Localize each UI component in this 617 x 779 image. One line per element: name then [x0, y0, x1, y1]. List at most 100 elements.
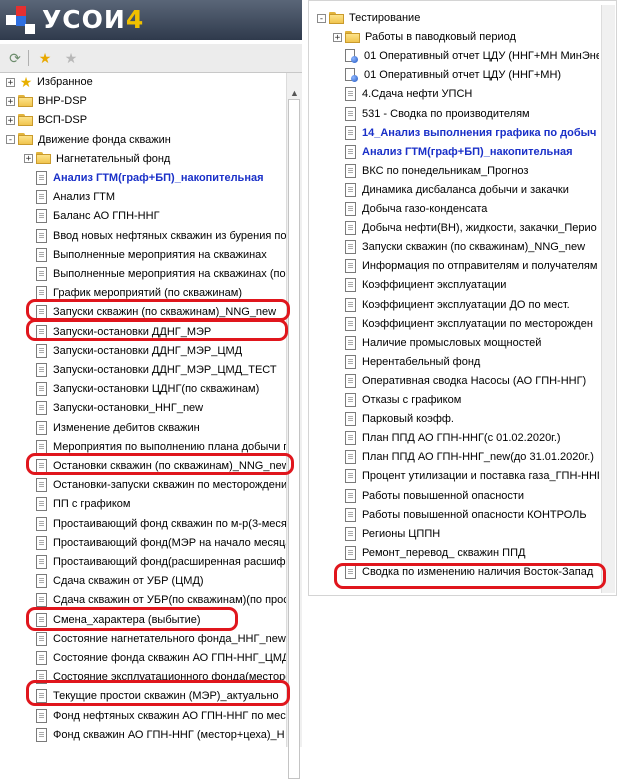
tree-item[interactable]: Простаивающий фонд(расширенная расшифров — [36, 553, 286, 571]
tree-item-label: Сдача скважин от УБР (ЦМД) — [53, 575, 204, 588]
report-document-icon — [345, 431, 356, 446]
tree-item[interactable]: Динамика дисбаланса добычи и закачки — [345, 181, 569, 199]
report-document-icon — [345, 182, 356, 197]
tree-item[interactable]: План ППД АО ГПН-ННГ(с 01.02.2020г.) — [345, 429, 561, 447]
tree-item[interactable]: 01 Оперативный отчет ЦДУ (ННГ+МН) — [345, 66, 561, 84]
report-document-icon — [36, 689, 47, 704]
tree-item[interactable]: Работы повышенной опасности КОНТРОЛЬ — [345, 506, 587, 524]
report-document-icon — [345, 221, 356, 236]
tree-folder[interactable]: - Тестирование — [317, 9, 420, 27]
tree-item[interactable]: Мероприятия по выполнению плана добычи п… — [36, 438, 286, 456]
tree-item[interactable]: Сдача скважин от УБР (ЦМД) — [36, 572, 204, 590]
tree-item[interactable]: 14_Анализ выполнения графика по добыч — [345, 124, 596, 142]
tree-item[interactable]: 531 - Сводка по производителям — [345, 105, 530, 123]
tree-item[interactable]: Выполненные мероприятия на скважинах (по — [36, 265, 286, 283]
tree-item[interactable]: Фонд нефтяных скважин АО ГПН-ННГ по мест — [36, 707, 286, 725]
expand-icon[interactable]: + — [6, 115, 15, 125]
tree-item[interactable]: Текущие простои скважин (МЭР)_актуально — [36, 687, 279, 705]
tree-item[interactable]: Нерентабельный фонд — [345, 353, 480, 371]
tree-item[interactable]: Запуски-остановки ДДНГ_МЭР_ЦМД — [36, 342, 242, 360]
tree-item[interactable]: Запуски-остановки ДДНГ_МЭР_ЦМД_ТЕСТ — [36, 361, 277, 379]
tree-item[interactable]: Сводка по изменению наличия Восток-Запад — [345, 563, 593, 581]
tree-item[interactable]: Добыча нефти(ВН), жидкости, закачки_Пери… — [345, 219, 597, 237]
right-tree-scrollbar[interactable] — [601, 5, 615, 593]
tree-item[interactable]: Баланс АО ГПН-ННГ — [36, 207, 160, 225]
add-favorite-icon[interactable]: ★ — [36, 49, 54, 67]
tree-item-label: 01 Оперативный отчет ЦДУ (ННГ+МН МинЭне — [364, 50, 599, 63]
tree-item[interactable]: Коэффициент эксплуатации — [345, 276, 506, 294]
tree-folder[interactable]: + ВСП-DSP — [6, 111, 87, 129]
report-document-icon — [345, 259, 356, 274]
tree-item-label: Избранное — [37, 76, 93, 88]
expand-icon[interactable]: + — [6, 96, 15, 106]
expand-icon[interactable]: + — [24, 154, 33, 164]
tree-item[interactable]: Запуски скважин (по скважинам)_NNG_new — [345, 238, 585, 256]
tree-folder[interactable]: + ★ Избранное — [6, 73, 93, 91]
tree-folder[interactable]: + ВНР-DSP — [6, 92, 87, 110]
expand-icon[interactable]: + — [6, 77, 15, 87]
tree-folder[interactable]: - Движение фонда скважин — [6, 131, 171, 149]
tree-item[interactable]: Коэффициент эксплуатации ДО по мест. — [345, 296, 570, 314]
tree-item[interactable]: Состояние фонда скважин АО ГПН-ННГ_ЦМД — [36, 649, 286, 667]
tree-scrollbar[interactable]: ▲ — [286, 73, 302, 779]
tree-item[interactable]: Сдача скважин от УБР(по скважинам)(по пр… — [36, 591, 286, 609]
tree-item[interactable]: Состояние эксплуатационного фонда(местор… — [36, 668, 286, 686]
tree-item[interactable]: ПП с графиком — [36, 495, 130, 513]
tree-item[interactable]: ВКС по понедельникам_Прогноз — [345, 162, 528, 180]
tree-item[interactable]: Ввод новых нефтяных скважин из бурения п… — [36, 227, 286, 245]
tree-item[interactable]: Простаивающий фонд(МЭР на начало месяца) — [36, 534, 286, 552]
tree-item[interactable]: Отказы с графиком — [345, 391, 461, 409]
tree-item[interactable]: Запуски-остановки ДДНГ_МЭР — [36, 323, 211, 341]
report-document-icon — [345, 163, 356, 178]
collapse-icon[interactable]: - — [317, 13, 326, 23]
tree-folder[interactable]: + Работы в паводковый период — [333, 28, 516, 46]
tree-item[interactable]: Коэффициент эксплуатации по месторожден — [345, 315, 593, 333]
tree-item[interactable]: Ремонт_перевод_ скважин ППД — [345, 544, 525, 562]
app-title: УСОИ4 — [42, 5, 145, 34]
tree-item[interactable]: Запуски-остановки_ННГ_new — [36, 399, 203, 417]
report-document-icon — [345, 564, 356, 579]
tree-item-label: Работы повышенной опасности — [362, 489, 525, 502]
tree-item[interactable]: Процент утилизации и поставка газа_ГПН-Н… — [345, 467, 599, 485]
report-document-icon — [36, 420, 47, 435]
tree-item[interactable]: Парковый коэфф. — [345, 410, 454, 428]
tree-item[interactable]: Смена_характера (выбытие) — [36, 611, 201, 629]
tree-item[interactable]: Информация по отправителям и получателям — [345, 257, 597, 275]
tree-item[interactable]: Анализ ГТМ — [36, 188, 115, 206]
collapse-icon[interactable]: - — [6, 135, 15, 145]
tree-item[interactable]: Наличие промысловых мощностей — [345, 334, 541, 352]
scrollbar-thumb[interactable] — [288, 99, 300, 779]
expand-icon[interactable]: + — [333, 32, 342, 42]
panel-splitter[interactable] — [302, 0, 306, 747]
tree-item[interactable]: Остановки скважин (по скважинам)_NNG_new — [36, 457, 286, 475]
report-document-icon — [345, 335, 356, 350]
tree-item[interactable]: Выполненные мероприятия на скважинах — [36, 246, 267, 264]
tree-item[interactable]: Запуски скважин (по скважинам)_NNG_new — [36, 303, 276, 321]
tree-item-label: ПП с графиком — [53, 498, 131, 511]
report-document-icon — [36, 535, 47, 550]
tree-item[interactable]: Анализ ГТМ(граф+БП)_накопительная — [36, 169, 264, 187]
tree-item[interactable]: Анализ ГТМ(граф+БП)_накопительная — [345, 143, 573, 161]
tree-item[interactable]: 01 Оперативный отчет ЦДУ (ННГ+МН МинЭне — [345, 47, 599, 65]
report-document-icon — [36, 305, 47, 320]
tree-item[interactable]: Работы повышенной опасности — [345, 487, 524, 505]
remove-favorite-icon[interactable]: ★ — [62, 49, 80, 67]
tree-item[interactable]: Состояние нагнетательного фонда_ННГ_new — [36, 630, 286, 648]
tree-item-label: Оперативная сводка Насосы (АО ГПН-ННГ) — [362, 374, 587, 387]
tree-item[interactable]: 4.Сдача нефти УПСН — [345, 85, 472, 103]
favorites-star-icon: ★ — [19, 73, 33, 90]
tree-item[interactable]: Добыча газо-конденсата — [345, 200, 487, 218]
tree-item[interactable]: Оперативная сводка Насосы (АО ГПН-ННГ) — [345, 372, 586, 390]
tree-item[interactable]: Изменение дебитов скважин — [36, 419, 200, 437]
tree-item[interactable]: График мероприятий (по скважинам) — [36, 284, 242, 302]
tree-item[interactable]: Остановки-запуски скважин по месторожден… — [36, 476, 286, 494]
tree-item[interactable]: План ППД АО ГПН-ННГ_new(до 31.01.2020г.) — [345, 448, 594, 466]
tree-item[interactable]: Фонд скважин АО ГПН-ННГ (местор+цеха)_Н — [36, 726, 285, 744]
tree-folder[interactable]: + Нагнетательный фонд — [24, 150, 170, 168]
refresh-icon[interactable]: ⟳ — [6, 49, 24, 67]
tree-item[interactable]: Простаивающий фонд скважин по м-р(3-меся — [36, 515, 286, 533]
tree-item[interactable]: Регионы ЦППН — [345, 525, 440, 543]
report-document-icon — [36, 516, 47, 531]
tree-item[interactable]: Запуски-остановки ЦДНГ(по скважинам) — [36, 380, 259, 398]
tree-item-label: Анализ ГТМ — [53, 191, 116, 204]
